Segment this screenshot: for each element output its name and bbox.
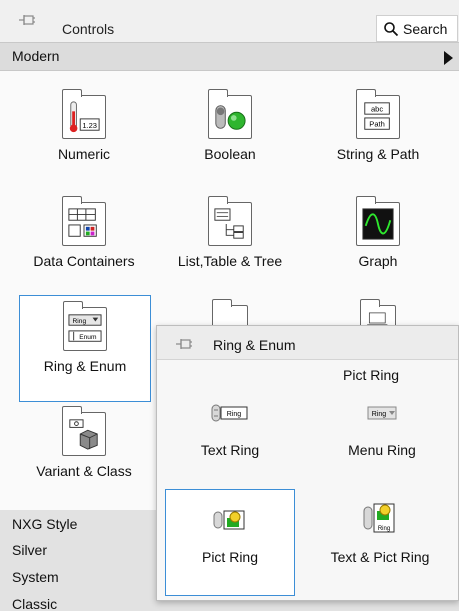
palette-item-graph[interactable]: Graph [308, 196, 448, 269]
subpalette-item-label: Text Ring [200, 442, 260, 458]
subpalette-item-text-pict-ring[interactable]: Ring Text & Pict Ring [315, 502, 445, 565]
palette-title: Controls [62, 21, 115, 37]
text-pict-ring-icon: Ring [363, 503, 395, 533]
palette-item-boolean[interactable]: Boolean [160, 89, 300, 162]
search-icon [384, 21, 399, 36]
text-ring-icon: Ring [211, 404, 248, 422]
subpalette-item-pict-ring[interactable]: Pict Ring [165, 509, 295, 565]
category-label: Modern [12, 48, 60, 64]
palette-item-label: Data Containers [33, 253, 135, 269]
menu-ring-icon: Ring [367, 406, 397, 420]
palette-item-string-path[interactable]: abc Path String & Path [308, 89, 448, 162]
controls-palette: Controls Search Modern 1.23 Numeric Bool… [0, 0, 459, 612]
numeric-icon: 1.23 [62, 89, 106, 139]
palette-item-label: Ring & Enum [43, 358, 127, 374]
category-classic[interactable]: Classic [12, 596, 57, 612]
palette-titlebar: Controls Search [0, 0, 459, 42]
svg-text:Ring: Ring [378, 526, 390, 532]
palette-item-label: Variant & Class [36, 463, 132, 479]
subpalette-item-label: Pict Ring [201, 549, 259, 565]
string-path-icon: abc Path [356, 89, 400, 139]
category-nxg-style[interactable]: NXG Style [12, 516, 77, 532]
subpalette-item-label: Menu Ring [348, 442, 416, 458]
subpalette-titlebar: Ring & Enum [157, 326, 458, 360]
svg-text:Enum: Enum [79, 334, 97, 341]
palette-item-variant-class[interactable]: Variant & Class [14, 406, 154, 479]
list-table-tree-icon [208, 196, 252, 246]
svg-text:Ring: Ring [372, 411, 387, 418]
subpalette-item-menu-ring[interactable]: Ring Menu Ring [317, 402, 447, 458]
search-label: Search [403, 20, 448, 37]
subpalette-item-text-ring[interactable]: Ring Text Ring [165, 402, 295, 458]
svg-text:1.23: 1.23 [82, 121, 97, 130]
pin-icon[interactable] [175, 337, 193, 351]
expand-arrow-icon[interactable] [444, 51, 453, 65]
palette-item-label: Numeric [57, 146, 111, 162]
category-silver[interactable]: Silver [12, 542, 47, 558]
graph-icon [356, 196, 400, 246]
palette-item-numeric[interactable]: 1.23 Numeric [14, 89, 154, 162]
palette-item-label: String & Path [336, 146, 420, 162]
palette-item-label: Boolean [204, 146, 256, 162]
svg-text:abc: abc [371, 104, 383, 113]
category-header-modern[interactable]: Modern [0, 42, 459, 71]
variant-class-icon [62, 406, 106, 456]
palette-item-label: Graph [358, 253, 398, 269]
ring-enum-icon: Ring Enum [63, 301, 107, 351]
svg-text:Path: Path [369, 119, 385, 128]
pict-ring-icon [213, 510, 245, 530]
data-containers-icon [62, 196, 106, 246]
pin-icon[interactable] [18, 13, 36, 27]
pict-ring-peek-label: Pict Ring [343, 367, 400, 383]
subpalette-title: Ring & Enum [213, 337, 296, 353]
search-button[interactable]: Search [376, 15, 458, 42]
svg-text:Ring: Ring [73, 318, 87, 325]
palette-item-data-containers[interactable]: Data Containers [14, 196, 154, 269]
ring-enum-subpalette: Ring & Enum Pict Ring Ring Text Ring Rin… [156, 325, 459, 601]
palette-item-list-table-tree[interactable]: List,Table & Tree [160, 196, 300, 269]
svg-text:Ring: Ring [227, 411, 242, 418]
category-system[interactable]: System [12, 569, 59, 585]
boolean-icon [208, 89, 252, 139]
subpalette-item-label: Text & Pict Ring [330, 549, 430, 565]
palette-item-ring-enum[interactable]: Ring Enum Ring & Enum [15, 301, 155, 374]
palette-item-label: List,Table & Tree [177, 253, 283, 269]
